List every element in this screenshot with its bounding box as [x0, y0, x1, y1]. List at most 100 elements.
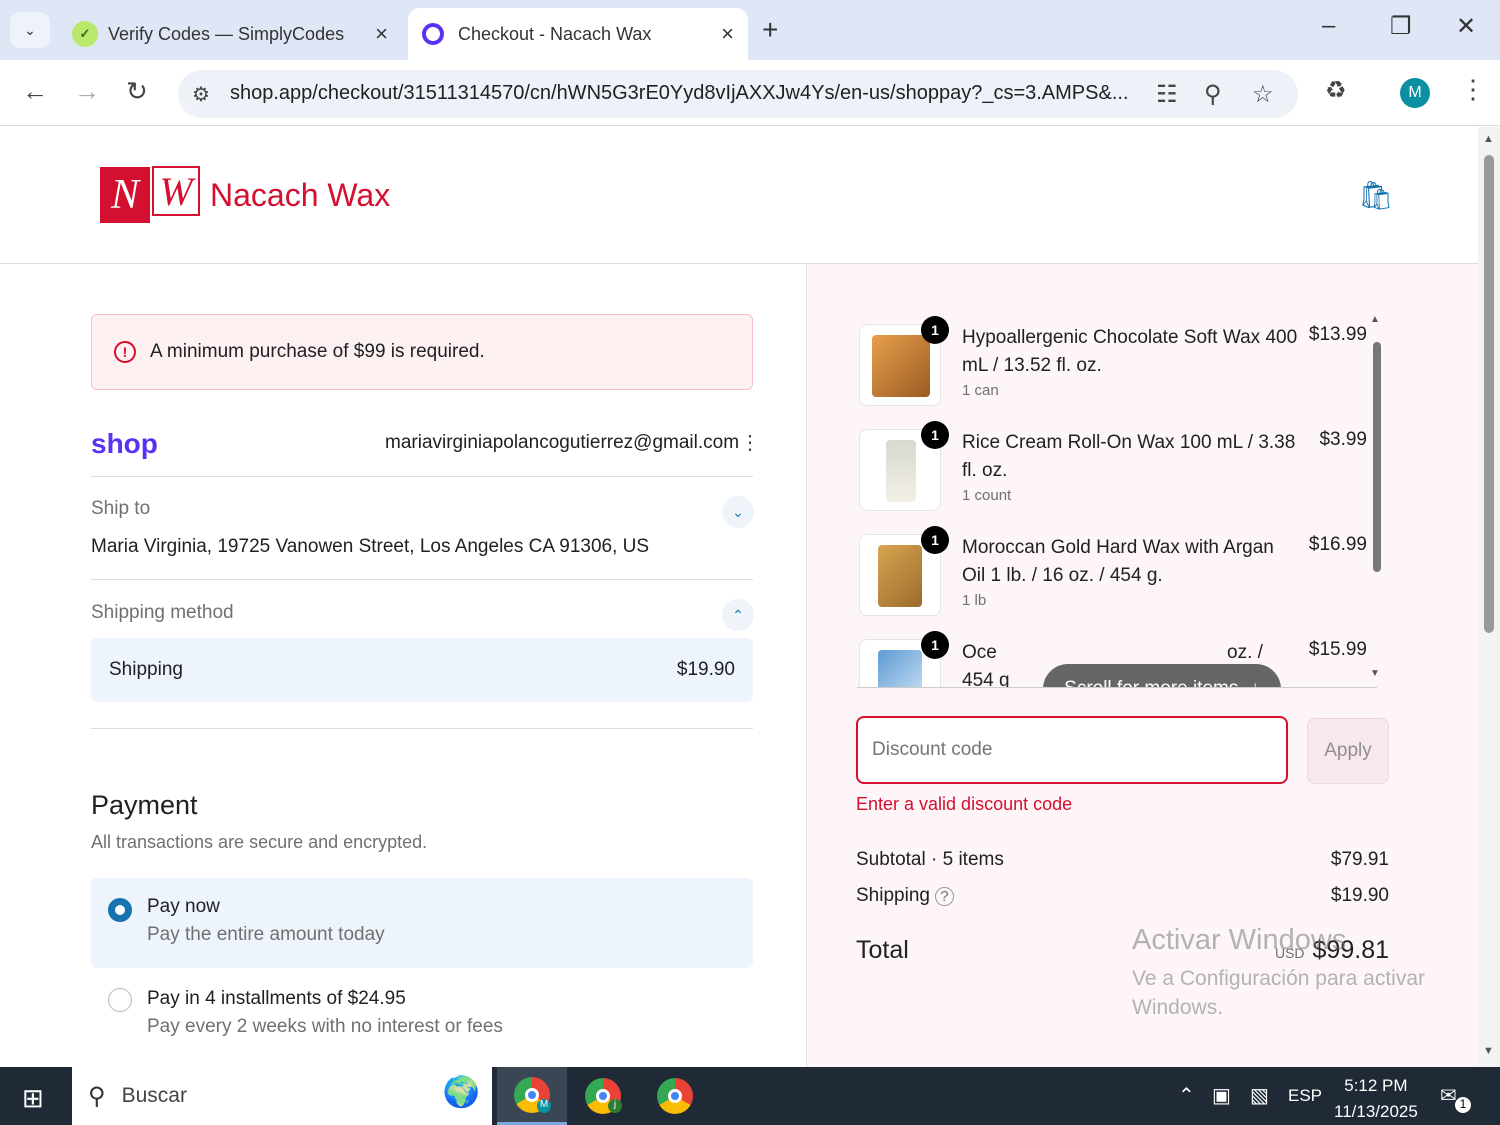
store-logo[interactable]: N W Nacach Wax [100, 166, 391, 223]
discount-code-input[interactable] [856, 716, 1288, 784]
subtotal-value: $79.91 [1330, 849, 1389, 870]
shipping-address: Maria Virginia, 19725 Vanowen Street, Lo… [91, 536, 650, 557]
taskbar-chrome-profile-m[interactable]: M [497, 1067, 567, 1125]
cart-items-scrollbar[interactable]: ▲ ▼ [1369, 314, 1383, 682]
divider [91, 579, 753, 580]
list-item: 1 Hypoallergenic Chocolate Soft Wax 400 … [857, 314, 1367, 414]
ship-to-expand-button[interactable]: ⌄ [722, 496, 754, 528]
pay-installments-title[interactable]: Pay in 4 installments of $24.95 [147, 988, 406, 1010]
minimum-purchase-alert: ! A minimum purchase of $99 is required. [91, 314, 753, 390]
close-icon[interactable]: × [375, 21, 388, 47]
account-menu-icon[interactable]: ⋮ [740, 430, 760, 455]
divider [91, 476, 753, 477]
language-indicator[interactable]: ESP [1288, 1086, 1322, 1106]
profile-avatar[interactable]: M [1400, 78, 1430, 108]
browser-toolbar: ← → ↻ ⚙ shop.app/checkout/31511314570/cn… [0, 60, 1500, 126]
close-icon[interactable]: × [721, 21, 734, 47]
new-tab-icon[interactable]: + [762, 14, 778, 46]
item-price: $15.99 [1308, 639, 1367, 660]
shop-pay-logo: shop [91, 428, 158, 459]
search-icon: ⚲ [88, 1082, 106, 1110]
reload-icon[interactable]: ↻ [126, 76, 148, 107]
payment-subtitle: All transactions are secure and encrypte… [91, 832, 428, 852]
windows-taskbar: ⊞ ⚲ Buscar 🌍 M j ⌃ ▣ ▧ ESP 5:12 PM 11/13… [0, 1067, 1500, 1125]
taskbar-chrome-profile-j[interactable]: j [568, 1067, 638, 1125]
page-scrollbar[interactable]: ▲ ▼ [1478, 127, 1500, 1067]
restore-icon[interactable]: ❐ [1390, 12, 1412, 41]
pay-installments-radio[interactable] [108, 988, 132, 1012]
apply-discount-button[interactable]: Apply [1307, 718, 1389, 784]
taskbar-clock[interactable]: 5:12 PM 11/13/2025 [1334, 1073, 1418, 1125]
browser-menu-icon[interactable]: ⋮ [1460, 74, 1486, 105]
account-email: mariavirginiapolancogutierrez@gmail.com [385, 432, 740, 453]
browser-tab-strip: ⌄ ✓ Verify Codes — SimplyCodes × Checkou… [0, 0, 1500, 60]
show-hidden-icons-icon[interactable]: ⌃ [1178, 1083, 1195, 1108]
extensions-icon[interactable]: ♻ [1325, 76, 1347, 105]
pay-now-radio[interactable] [108, 898, 132, 922]
shipping-method-label: Shipping method [91, 602, 234, 623]
logo-w-mark: W [152, 166, 200, 216]
scrollbar-thumb[interactable] [1373, 342, 1381, 572]
scroll-down-icon[interactable]: ▼ [1370, 668, 1380, 679]
address-bar[interactable]: ⚙ shop.app/checkout/31511314570/cn/hWN5G… [178, 70, 1298, 118]
error-icon: ! [114, 341, 136, 363]
shipping-method-collapse-button[interactable]: ⌃ [722, 599, 754, 631]
chevron-up-icon: ⌃ [732, 606, 744, 623]
forward-icon[interactable]: → [74, 76, 100, 107]
item-name-end: oz. / [1227, 642, 1263, 663]
search-label: Buscar [121, 1084, 187, 1107]
zoom-icon[interactable]: ⚲ [1204, 80, 1222, 109]
network-icon[interactable]: ▣ [1212, 1083, 1231, 1108]
pay-now-subtitle: Pay the entire amount today [147, 924, 385, 945]
taskbar-search[interactable]: ⚲ Buscar 🌍 [72, 1067, 492, 1125]
shopping-bag-icon[interactable]: 🛍 [1358, 179, 1394, 212]
item-price: $16.99 [1308, 534, 1367, 555]
item-variant: 1 lb [962, 592, 987, 609]
back-icon[interactable]: ← [22, 76, 48, 107]
translate-icon[interactable]: ☷ [1156, 80, 1178, 109]
minimize-icon[interactable]: – [1322, 12, 1335, 40]
url-text[interactable]: shop.app/checkout/31511314570/cn/hWN5G3r… [230, 82, 1135, 105]
clock-date: 11/13/2025 [1334, 1102, 1418, 1121]
pay-installments-subtitle: Pay every 2 weeks with no interest or fe… [147, 1016, 503, 1037]
shipping-label: Shipping [856, 885, 930, 906]
shipping-row: Shipping ? $19.90 [856, 885, 1389, 907]
device-icon[interactable]: ▧ [1250, 1083, 1269, 1108]
tab-simplycodes[interactable]: ✓ Verify Codes — SimplyCodes × [58, 8, 402, 60]
scroll-hint-label: Scroll for more items [1064, 678, 1238, 687]
chevron-down-icon: ⌄ [24, 21, 36, 38]
item-price: $3.99 [1319, 429, 1367, 450]
pay-now-option[interactable]: Pay now Pay the entire amount today [91, 878, 753, 968]
notification-count: 1 [1455, 1097, 1471, 1113]
page-scrollbar-thumb[interactable] [1484, 155, 1494, 633]
divider [91, 728, 753, 729]
item-name-start: Oce [962, 642, 997, 663]
scroll-down-icon[interactable]: ▼ [1483, 1045, 1494, 1057]
shipping-option-price: $19.90 [676, 659, 735, 680]
store-name: Nacach Wax [210, 176, 391, 213]
profile-badge: j [608, 1099, 622, 1113]
quantity-badge: 1 [921, 421, 949, 449]
subtotal-row: Subtotal · 5 items $79.91 [856, 849, 1389, 871]
taskbar-chrome-guest[interactable] [640, 1067, 710, 1125]
alert-message: A minimum purchase of $99 is required. [150, 341, 485, 362]
total-label: Total [856, 936, 909, 964]
subtotal-label: Subtotal · 5 items [856, 849, 1004, 870]
shipping-value: $19.90 [1330, 885, 1389, 906]
help-icon[interactable]: ? [935, 887, 954, 906]
scroll-up-icon[interactable]: ▲ [1483, 133, 1494, 145]
arrow-down-icon: ↓ [1250, 678, 1260, 687]
list-item: 1 Rice Cream Roll-On Wax 100 mL / 3.38 f… [857, 419, 1367, 519]
item-price: $13.99 [1308, 324, 1367, 345]
tab-search-button[interactable]: ⌄ [10, 12, 50, 48]
list-item: 1 Moroccan Gold Hard Wax with Argan Oil … [857, 524, 1367, 624]
bookmark-star-icon[interactable]: ☆ [1252, 80, 1274, 109]
scroll-for-more-button[interactable]: Scroll for more items ↓ [1043, 664, 1281, 687]
cart-items-list[interactable]: 1 Hypoallergenic Chocolate Soft Wax 400 … [857, 314, 1377, 688]
windows-start-icon[interactable]: ⊞ [22, 1083, 44, 1114]
tab-checkout[interactable]: Checkout - Nacach Wax × [408, 8, 748, 60]
scroll-up-icon[interactable]: ▲ [1370, 314, 1380, 325]
window-close-icon[interactable]: ✕ [1456, 12, 1476, 41]
site-info-icon[interactable]: ⚙ [192, 82, 210, 107]
shipping-option[interactable]: Shipping $19.90 [91, 638, 753, 702]
